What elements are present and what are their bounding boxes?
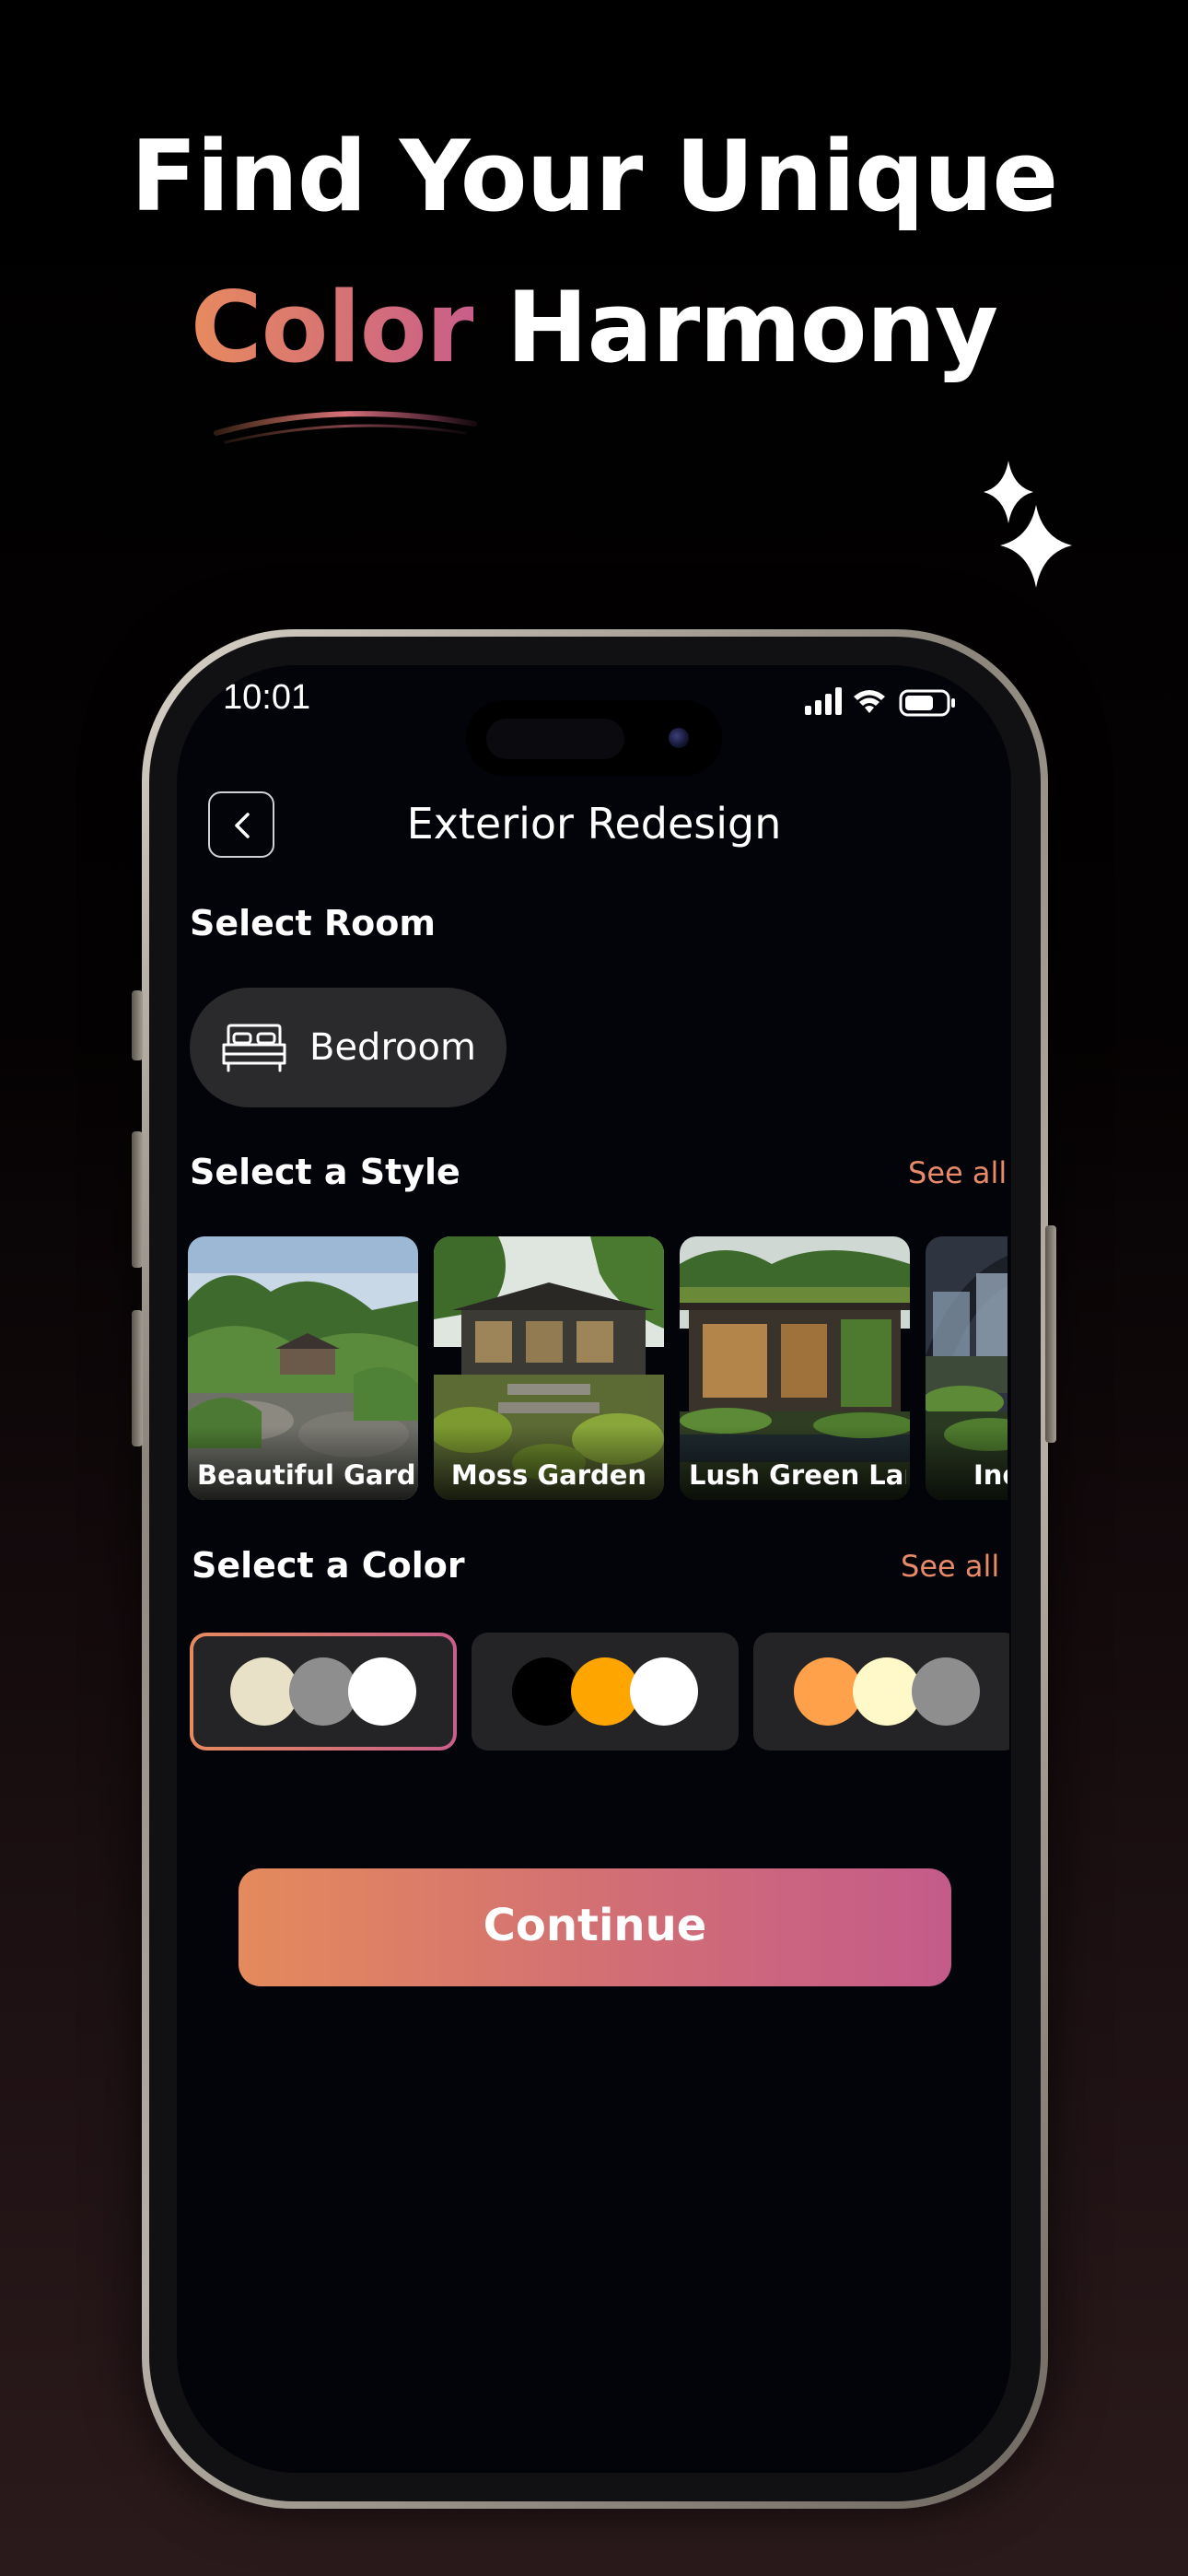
status-time: 10:01 <box>223 678 311 717</box>
style-card-label: Lush Green Lan <box>689 1459 906 1491</box>
color-palette-card-2[interactable] <box>472 1633 739 1751</box>
battery-icon <box>899 689 955 717</box>
color-palette-card-3[interactable] <box>753 1633 1009 1751</box>
color-swatch <box>571 1657 639 1726</box>
style-card-lush-green-lan[interactable]: Lush Green Lan <box>680 1236 910 1500</box>
bed-icon <box>222 1024 286 1072</box>
cellular-signal-icon <box>805 687 842 715</box>
volume-up-button <box>132 1131 143 1268</box>
volume-down-button <box>132 1310 143 1446</box>
style-card-ind[interactable]: Ind <box>926 1236 1007 1500</box>
color-palette-row <box>190 1631 1009 1754</box>
styles-see-all-link[interactable]: See all <box>908 1155 1007 1190</box>
front-camera <box>669 728 689 748</box>
phone-screen: 10:01 Exterior Redesign Select Room Bedr… <box>177 665 1011 2473</box>
select-room-label: Select Room <box>190 903 436 943</box>
color-swatch <box>348 1657 416 1726</box>
color-swatch <box>289 1657 357 1726</box>
power-button <box>1045 1225 1056 1443</box>
island-sensor <box>486 719 624 759</box>
style-card-label: Ind <box>973 1459 1007 1491</box>
marketing-headline: Find Your Unique Color Harmony <box>0 101 1188 404</box>
color-palette-card-1[interactable] <box>190 1633 457 1751</box>
style-carousel: Beautiful Gard.. Moss Garden Lush Green … <box>188 1236 1007 1504</box>
select-style-label: Select a Style <box>190 1152 460 1192</box>
style-card-label: Moss Garden <box>450 1459 647 1491</box>
style-card-moss-garden[interactable]: Moss Garden <box>434 1236 664 1500</box>
room-chip-label: Bedroom <box>309 1026 476 1069</box>
continue-button-label: Continue <box>483 1900 707 1951</box>
action-button <box>132 990 143 1060</box>
color-swatch <box>230 1657 298 1726</box>
color-swatch <box>630 1657 698 1726</box>
headline-line-2: Color Harmony <box>0 252 1188 404</box>
headline-accent-word: Color <box>190 271 474 384</box>
headline-line-1: Find Your Unique <box>130 120 1059 233</box>
select-color-label: Select a Color <box>192 1545 465 1586</box>
continue-button[interactable]: Continue <box>239 1868 951 1986</box>
room-chip-bedroom[interactable]: Bedroom <box>190 988 507 1107</box>
headline-rest: Harmony <box>506 271 998 384</box>
dynamic-island <box>466 700 722 776</box>
status-icons <box>805 687 955 717</box>
wifi-icon <box>854 690 885 713</box>
color-swatch <box>512 1657 580 1726</box>
colors-see-all-link[interactable]: See all <box>901 1549 999 1584</box>
color-swatch <box>794 1657 862 1726</box>
color-swatch <box>912 1657 980 1726</box>
sparkle-icon <box>984 461 1072 588</box>
style-card-beautiful-garden[interactable]: Beautiful Gard.. <box>188 1236 418 1500</box>
page-title: Exterior Redesign <box>406 799 782 849</box>
color-swatch <box>853 1657 921 1726</box>
swoosh-underline <box>214 411 477 444</box>
style-card-label: Beautiful Gard.. <box>197 1459 414 1491</box>
